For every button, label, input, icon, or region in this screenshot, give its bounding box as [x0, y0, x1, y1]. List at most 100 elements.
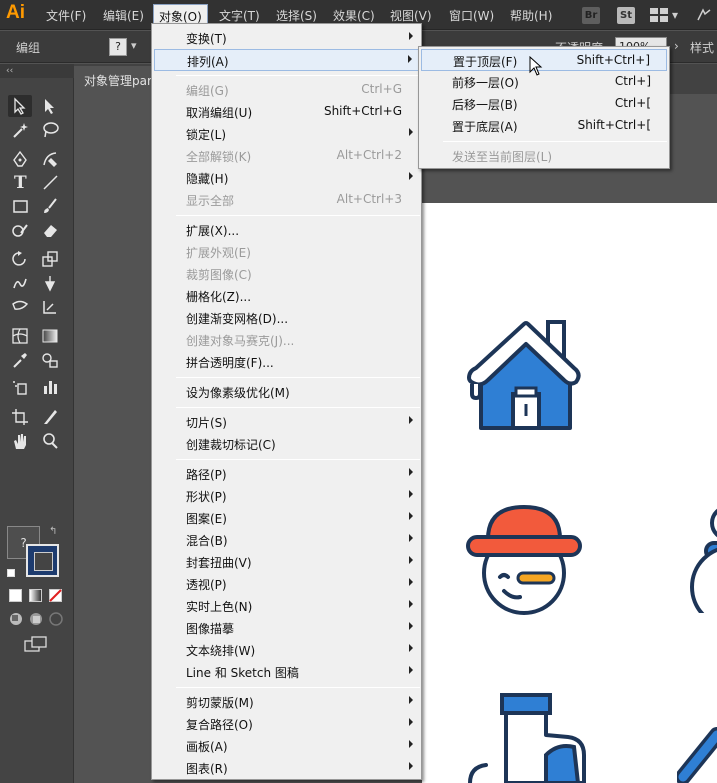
- menu-shape[interactable]: 形状(P): [154, 485, 419, 507]
- house-icon[interactable]: [466, 316, 586, 436]
- lasso-tool-icon[interactable]: [38, 119, 62, 141]
- menu-hide[interactable]: 隐藏(H): [154, 167, 419, 189]
- default-colors-icon[interactable]: [7, 569, 15, 577]
- menu-send-to-current-layer[interactable]: 发送至当前图层(L): [421, 145, 667, 167]
- gradient-tool-icon[interactable]: [38, 325, 62, 347]
- free-transform-tool-icon[interactable]: [8, 296, 32, 318]
- menu-path[interactable]: 路径(P): [154, 463, 419, 485]
- menu-crop-image[interactable]: 裁剪图像(C): [154, 263, 419, 285]
- menu-line-and-sketch[interactable]: Line 和 Sketch 图稿: [154, 661, 419, 683]
- menu-file[interactable]: 文件(F): [46, 7, 86, 24]
- document-tab[interactable]: 对象管理par: [74, 66, 154, 94]
- menu-send-backward[interactable]: 后移一层(B) Ctrl+[: [421, 93, 667, 115]
- draw-normal-icon[interactable]: [9, 612, 23, 629]
- chevron-down-icon[interactable]: ▾: [672, 8, 678, 22]
- column-graph-tool-icon[interactable]: [38, 376, 62, 398]
- menu-flatten-transparency[interactable]: 拼合透明度(F)...: [154, 351, 419, 373]
- artboard[interactable]: [422, 203, 717, 783]
- color-mode-icon[interactable]: [9, 589, 22, 602]
- menu-edit[interactable]: 编辑(E): [103, 7, 144, 24]
- menu-group[interactable]: 编组(G) Ctrl+G: [154, 79, 419, 101]
- rotate-tool-icon[interactable]: [8, 248, 32, 270]
- menu-bring-forward[interactable]: 前移一层(O) Ctrl+]: [421, 71, 667, 93]
- pen-tool-icon[interactable]: [8, 148, 32, 170]
- paintbrush-tool-icon[interactable]: [38, 195, 62, 217]
- slice-tool-icon[interactable]: [38, 406, 62, 428]
- menu-ungroup[interactable]: 取消编组(U) Shift+Ctrl+G: [154, 101, 419, 123]
- menu-pattern[interactable]: 图案(E): [154, 507, 419, 529]
- menu-create-object-mosaic[interactable]: 创建对象马赛克(J)...: [154, 329, 419, 351]
- eraser-tool-icon[interactable]: [38, 219, 62, 241]
- none-mode-icon[interactable]: [49, 589, 62, 602]
- snowman-icon[interactable]: [466, 503, 586, 615]
- artboard-tool-icon[interactable]: [8, 406, 32, 428]
- gradient-mode-icon[interactable]: [29, 589, 42, 602]
- draw-behind-icon[interactable]: [29, 612, 43, 629]
- direct-selection-tool-icon[interactable]: [38, 95, 62, 117]
- menu-effect[interactable]: 效果(C): [333, 7, 375, 24]
- eyedropper-tool-icon[interactable]: [8, 349, 32, 371]
- menu-perspective[interactable]: 透视(P): [154, 573, 419, 595]
- scale-tool-icon[interactable]: [38, 248, 62, 270]
- menu-help[interactable]: 帮助(H): [510, 7, 552, 24]
- menu-window[interactable]: 窗口(W): [449, 7, 494, 24]
- snowman-partial-icon[interactable]: [688, 503, 717, 613]
- shape-builder-tool-icon[interactable]: [38, 296, 62, 318]
- workspace-grid-icon[interactable]: [650, 8, 668, 25]
- broadcast-icon[interactable]: [696, 8, 712, 25]
- menu-rasterize[interactable]: 栅格化(Z)...: [154, 285, 419, 307]
- fill-question-swatch[interactable]: ?: [109, 38, 127, 56]
- menu-expand[interactable]: 扩展(X)...: [154, 219, 419, 241]
- menu-slice[interactable]: 切片(S): [154, 411, 419, 433]
- type-tool-icon[interactable]: T: [8, 171, 32, 193]
- menu-graph[interactable]: 图表(R): [154, 757, 419, 779]
- menu-create-gradient-mesh[interactable]: 创建渐变网格(D)...: [154, 307, 419, 329]
- collapse-icon[interactable]: ‹‹: [0, 64, 74, 78]
- hand-tool-icon[interactable]: [8, 430, 32, 452]
- menu-expand-appearance[interactable]: 扩展外观(E): [154, 241, 419, 263]
- selection-tool-icon[interactable]: [8, 95, 32, 117]
- menu-create-trim-marks[interactable]: 创建裁切标记(C): [154, 433, 419, 455]
- skate-partial-icon[interactable]: [677, 725, 717, 783]
- curvature-tool-icon[interactable]: [38, 148, 62, 170]
- menu-select[interactable]: 选择(S): [276, 7, 317, 24]
- stock-button[interactable]: St: [617, 7, 635, 24]
- menu-unlock-all[interactable]: 全部解锁(K) Alt+Ctrl+2: [154, 145, 419, 167]
- menu-show-all[interactable]: 显示全部 Alt+Ctrl+3: [154, 189, 419, 211]
- mesh-tool-icon[interactable]: [8, 325, 32, 347]
- menu-envelope-distort[interactable]: 封套扭曲(V): [154, 551, 419, 573]
- stroke-swatch[interactable]: [26, 544, 59, 577]
- rectangle-tool-icon[interactable]: [8, 195, 32, 217]
- menu-type[interactable]: 文字(T): [219, 7, 260, 24]
- menu-text-wrap[interactable]: 文本绕排(W): [154, 639, 419, 661]
- zoom-tool-icon[interactable]: [38, 430, 62, 452]
- screen-mode-icon[interactable]: [24, 636, 48, 655]
- menu-live-paint[interactable]: 实时上色(N): [154, 595, 419, 617]
- draw-inside-icon[interactable]: [49, 612, 63, 629]
- style-label[interactable]: 样式: [690, 39, 714, 56]
- chevron-down-icon[interactable]: ▾: [131, 39, 137, 52]
- bridge-button[interactable]: Br: [582, 7, 600, 24]
- menu-transform[interactable]: 变换(T): [154, 27, 419, 49]
- puppet-warp-tool-icon[interactable]: [38, 272, 62, 294]
- boot-icon[interactable]: [466, 693, 586, 783]
- menu-arrange[interactable]: 排列(A): [154, 49, 419, 71]
- shaper-tool-icon[interactable]: [8, 219, 32, 241]
- menu-clipping-mask[interactable]: 剪切蒙版(M): [154, 691, 419, 713]
- menu-blend[interactable]: 混合(B): [154, 529, 419, 551]
- menu-pixel-perfect[interactable]: 设为像素级优化(M): [154, 381, 419, 403]
- menu-artboards[interactable]: 画板(A): [154, 735, 419, 757]
- chevron-right-icon[interactable]: ›: [674, 39, 679, 53]
- symbol-sprayer-tool-icon[interactable]: [8, 376, 32, 398]
- menu-lock[interactable]: 锁定(L): [154, 123, 419, 145]
- menu-bring-to-front[interactable]: 置于顶层(F) Shift+Ctrl+]: [421, 49, 667, 71]
- blend-tool-icon[interactable]: [38, 349, 62, 371]
- line-tool-icon[interactable]: [38, 171, 62, 193]
- menu-send-to-back[interactable]: 置于底层(A) Shift+Ctrl+[: [421, 115, 667, 137]
- menu-compound-path[interactable]: 复合路径(O): [154, 713, 419, 735]
- warp-tool-icon[interactable]: [8, 272, 32, 294]
- magic-wand-tool-icon[interactable]: [8, 119, 32, 141]
- swap-fill-stroke-icon[interactable]: ↰: [49, 526, 57, 537]
- menu-view[interactable]: 视图(V): [390, 7, 432, 24]
- menu-image-trace[interactable]: 图像描摹: [154, 617, 419, 639]
